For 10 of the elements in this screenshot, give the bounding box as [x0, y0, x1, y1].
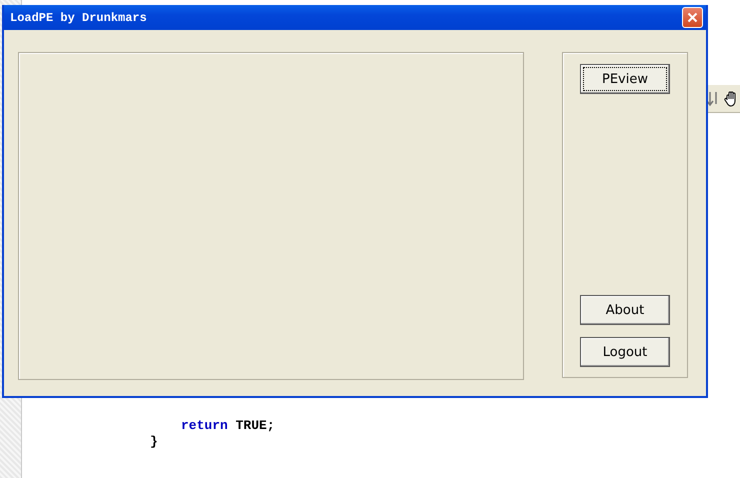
- dialog-button[interactable]: PEview: [580, 64, 670, 94]
- code-line: }: [150, 434, 159, 450]
- window-title: LoadPE by Drunkmars: [10, 10, 147, 24]
- hand-icon[interactable]: [724, 90, 738, 106]
- close-icon: [687, 12, 698, 23]
- close-button[interactable]: [682, 7, 703, 28]
- arrow-icon[interactable]: [706, 90, 720, 106]
- dialog-button[interactable]: About: [580, 295, 670, 325]
- dialog-button[interactable]: Logout: [580, 337, 670, 367]
- code-line: return TRUE;: [181, 418, 276, 434]
